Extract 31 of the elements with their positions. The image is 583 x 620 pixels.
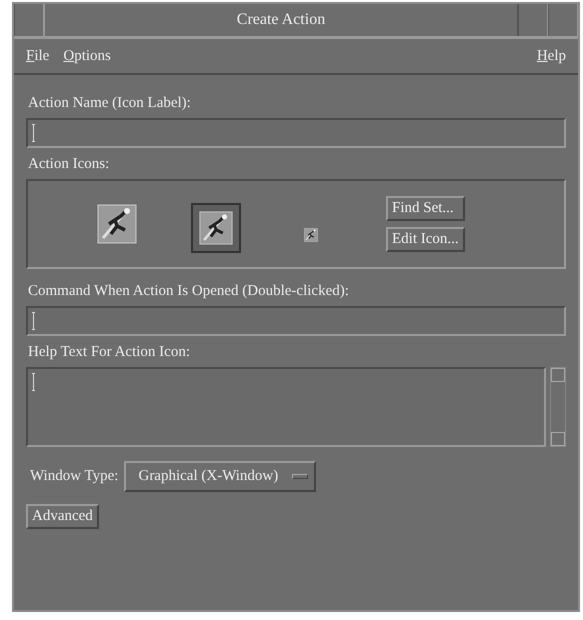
push-button[interactable]: Edit Icon... xyxy=(386,227,465,252)
field-label: Command When Action Is Opened (Double-clicked): xyxy=(28,283,350,300)
runner-icon xyxy=(97,204,137,244)
input-field[interactable] xyxy=(26,118,566,148)
scroll-up-button[interactable] xyxy=(551,368,565,382)
advanced-button[interactable]: Advanced xyxy=(26,504,99,529)
runner-icon xyxy=(304,228,318,242)
text-cursor-icon xyxy=(32,373,35,391)
maximize-button[interactable] xyxy=(548,4,578,36)
field-label: Window Type: xyxy=(30,468,118,485)
option-menu[interactable]: Graphical (X-Window) xyxy=(124,461,316,492)
input-field[interactable] xyxy=(26,306,566,336)
field-label: Action Name (Icon Label): xyxy=(28,95,192,112)
runner-icon xyxy=(199,211,233,245)
menu-item[interactable]: Options xyxy=(63,48,111,64)
field-label: Action Icons: xyxy=(28,156,110,173)
option-indicator-icon xyxy=(292,474,308,479)
push-button[interactable]: Find Set... xyxy=(386,196,465,221)
icon-choice[interactable] xyxy=(301,225,321,245)
text-cursor-icon xyxy=(32,312,35,330)
menu-item[interactable]: Help xyxy=(536,48,566,64)
window-menu-button[interactable] xyxy=(14,4,44,36)
scroll-down-button[interactable] xyxy=(551,432,565,446)
text-area[interactable] xyxy=(26,367,546,447)
minimize-button[interactable] xyxy=(518,4,548,36)
field-label: Help Text For Action Icon: xyxy=(28,344,191,361)
menu-item[interactable]: File xyxy=(26,48,50,64)
window-title: Create Action xyxy=(44,4,518,36)
icon-choice[interactable] xyxy=(191,203,241,253)
scrollbar[interactable] xyxy=(550,367,566,447)
text-cursor-icon xyxy=(32,124,35,142)
